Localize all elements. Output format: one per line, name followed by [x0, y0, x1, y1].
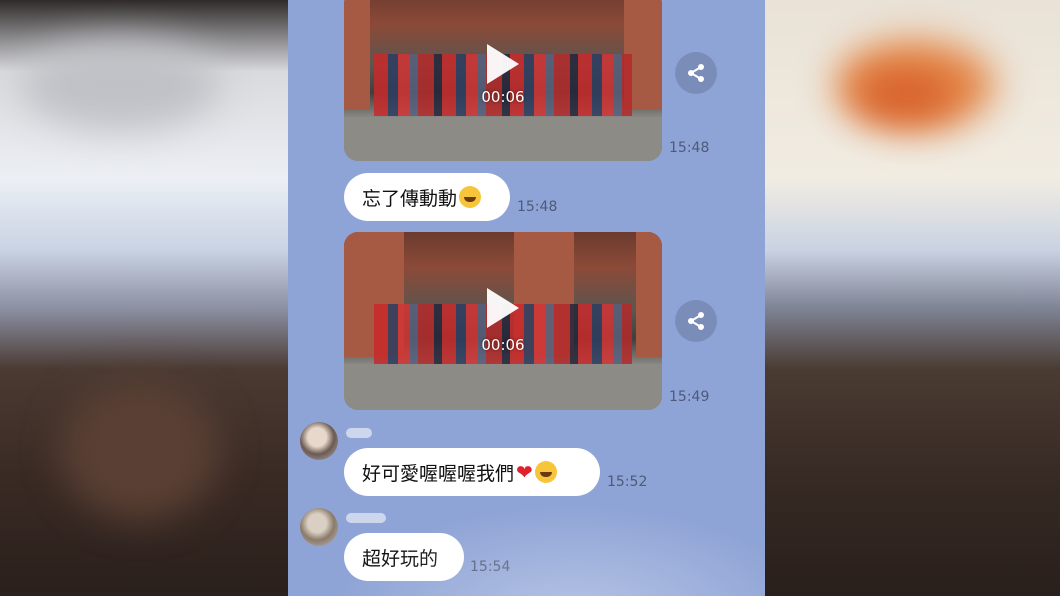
blurred-background-left [0, 0, 288, 596]
video-thumbnail[interactable]: 00:06 [344, 0, 662, 161]
message-timestamp: 15:52 [607, 474, 648, 490]
laughing-emoji [459, 186, 482, 208]
heart-emoji: ❤ [516, 460, 533, 484]
video-thumbnail[interactable]: 00:06 [344, 232, 662, 410]
share-button[interactable] [675, 300, 717, 342]
sender-avatar[interactable] [300, 422, 338, 460]
play-icon[interactable] [487, 288, 519, 328]
share-icon [688, 64, 704, 82]
laughing-emoji [534, 461, 557, 483]
message-bubble[interactable]: 好可愛喔喔喔我們 ❤ [344, 448, 600, 496]
share-button[interactable] [675, 52, 717, 94]
message-bubble[interactable]: 忘了傳動動 [344, 173, 510, 221]
sender-name-blurred [346, 513, 386, 523]
message-text: 忘了傳動動 [362, 187, 458, 210]
message-timestamp: 15:49 [669, 389, 710, 405]
message-text: 好可愛喔喔喔我們 [362, 462, 515, 485]
video-duration: 00:06 [481, 88, 525, 106]
sender-avatar[interactable] [300, 508, 338, 546]
share-icon [688, 312, 704, 330]
chat-pane: 00:06 15:48 忘了傳動動 15:48 00:06 15:49 好可愛喔… [288, 0, 765, 596]
video-duration: 00:06 [481, 336, 525, 354]
blurred-background-right [765, 0, 1060, 596]
message-timestamp: 15:54 [470, 559, 511, 575]
sender-name-blurred [346, 428, 372, 438]
message-bubble[interactable]: 超好玩的 [344, 533, 464, 581]
message-text: 超好玩的 [362, 547, 439, 570]
message-timestamp: 15:48 [669, 140, 710, 156]
message-timestamp: 15:48 [517, 199, 558, 215]
play-icon[interactable] [487, 44, 519, 84]
